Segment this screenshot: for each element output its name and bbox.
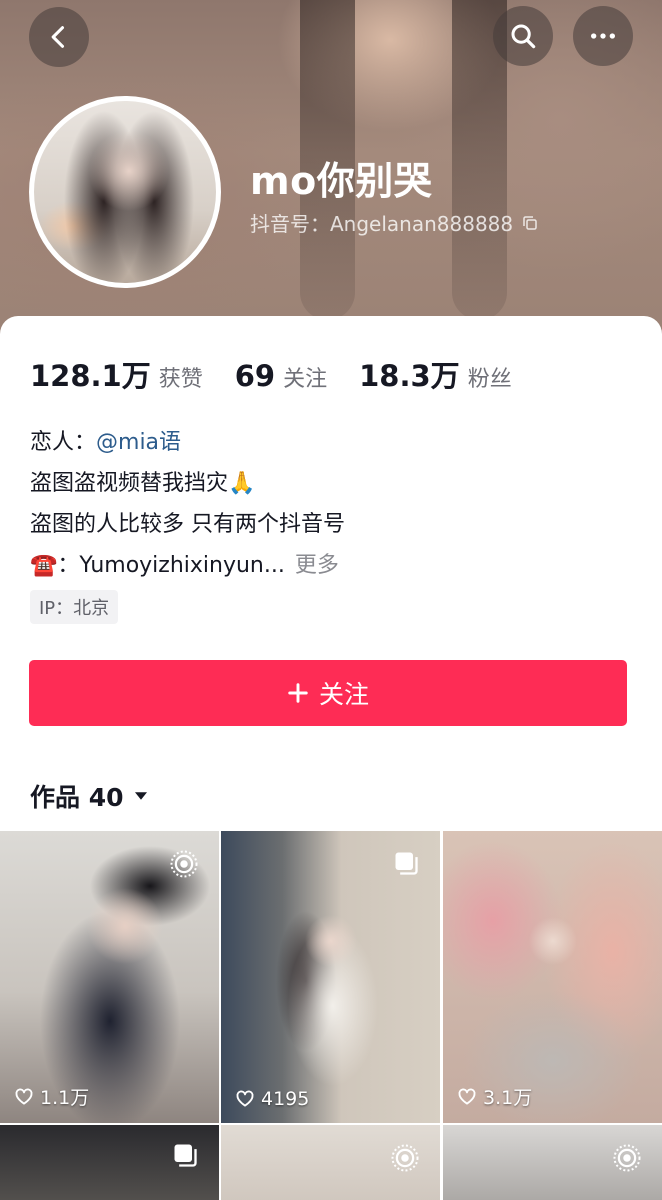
- bio-line: 盗图盗视频替我挡灾🙏: [30, 471, 256, 496]
- video-like-count-text: 4195: [261, 1088, 310, 1110]
- gallery-icon: [395, 852, 418, 875]
- back-button[interactable]: [29, 7, 89, 67]
- bio-mention-link[interactable]: @mia语: [96, 430, 181, 455]
- video-thumbnail[interactable]: 3.1万: [443, 831, 662, 1123]
- stat-likes-label: 获赞: [158, 367, 203, 392]
- chevron-left-icon: [51, 26, 65, 48]
- more-horizontal-icon: [591, 33, 615, 39]
- heart-icon: [236, 1090, 254, 1107]
- bio-contact-text: Yumoyizhixinyun...: [79, 553, 285, 578]
- video-like-count: 4195: [235, 1088, 309, 1110]
- stat-following[interactable]: 69 关注: [235, 359, 327, 393]
- more-options-button[interactable]: [573, 6, 633, 66]
- video-like-count-text: 3.1万: [483, 1087, 533, 1109]
- search-icon: [511, 24, 536, 49]
- profile-stats: 128.1万 获赞 69 关注 18.3万 粉丝: [30, 353, 544, 395]
- live-photo-icon: [613, 1144, 641, 1172]
- follow-button-label: 关注: [318, 680, 369, 709]
- caret-down-icon: [134, 792, 147, 800]
- bio-line-contact: ☎️：Yumoyizhixinyun... 更多: [30, 545, 345, 586]
- stat-followers-label: 粉丝: [467, 367, 512, 392]
- stat-likes-value: 128.1万: [30, 359, 151, 393]
- video-like-count-text: 1.1万: [40, 1087, 90, 1109]
- profile-nickname: mo你别哭: [250, 159, 433, 203]
- bio-line: 盗图的人比较多 只有两个抖音号: [30, 512, 345, 537]
- heart-icon: [458, 1088, 476, 1105]
- video-thumbnail[interactable]: [221, 1125, 440, 1200]
- video-thumbnail[interactable]: [0, 1125, 219, 1200]
- video-thumbnail[interactable]: 4195: [221, 831, 440, 1123]
- stat-following-value: 69: [234, 359, 276, 393]
- video-thumbnail[interactable]: 1.1万: [0, 831, 219, 1123]
- ip-location-tag: IP：北京: [30, 590, 119, 624]
- copy-icon[interactable]: [521, 214, 539, 232]
- bio-line-partner: 恋人：@mia语: [30, 422, 345, 463]
- search-button[interactable]: [493, 6, 553, 66]
- avatar[interactable]: [29, 96, 221, 288]
- profile-bio: 恋人：@mia语 盗图盗视频替我挡灾🙏 盗图的人比较多 只有两个抖音号 ☎️：Y…: [30, 422, 345, 586]
- douyin-id-text: 抖音号：Angelanan888888: [250, 212, 514, 236]
- stat-followers-value: 18.3万: [359, 359, 460, 393]
- douyin-id-row[interactable]: 抖音号：Angelanan888888: [250, 208, 539, 237]
- video-thumbnail[interactable]: [443, 1125, 662, 1200]
- bio-partner-prefix: 恋人：: [30, 430, 97, 455]
- live-photo-icon: [391, 1144, 419, 1172]
- plus-icon: [288, 683, 308, 703]
- stat-followers[interactable]: 18.3万 粉丝: [359, 353, 512, 395]
- live-photo-icon: [170, 850, 198, 878]
- heart-icon: [15, 1088, 33, 1105]
- tab-works-label: 作品 40: [30, 783, 124, 812]
- profile-header-banner: mo你别哭 抖音号：Angelanan888888: [0, 0, 662, 340]
- bio-contact-prefix: ☎️：: [30, 553, 80, 578]
- video-like-count: 1.1万: [14, 1083, 89, 1110]
- tab-works[interactable]: 作品 40: [30, 778, 150, 814]
- bio-more-link[interactable]: 更多: [295, 553, 339, 578]
- stat-following-label: 关注: [283, 367, 328, 392]
- video-like-count: 3.1万: [457, 1083, 532, 1110]
- stat-likes[interactable]: 128.1万 获赞: [30, 353, 203, 395]
- follow-button[interactable]: 关注: [29, 660, 627, 726]
- gallery-icon: [174, 1144, 197, 1167]
